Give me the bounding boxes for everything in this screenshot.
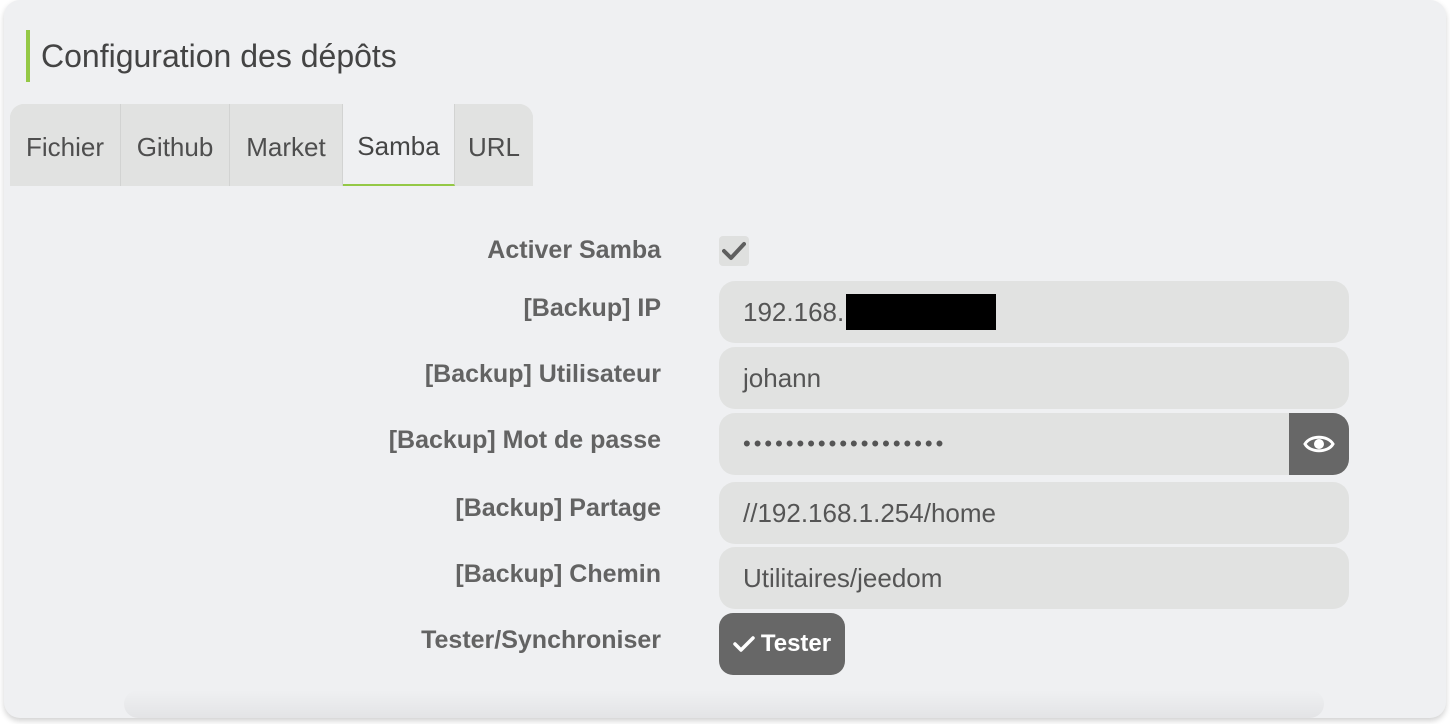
tab-market[interactable]: Market — [230, 104, 343, 186]
page-title: Configuration des dépôts — [41, 37, 397, 74]
backup-password-input[interactable]: ••••••••••••••••••• — [719, 413, 1289, 475]
backup-share-label: [Backup] Partage — [455, 494, 661, 522]
activer-samba-label: Activer Samba — [487, 236, 661, 264]
check-icon — [722, 242, 746, 260]
backup-user-label: [Backup] Utilisateur — [424, 360, 661, 388]
backup-ip-label: [Backup] IP — [523, 294, 661, 322]
activer-samba-checkbox[interactable] — [719, 236, 749, 266]
backup-path-value: Utilitaires/jeedom — [743, 562, 943, 593]
tester-button[interactable]: Tester — [719, 613, 845, 675]
backup-ip-value: 192.168. — [743, 296, 845, 327]
redaction-block — [846, 294, 997, 330]
tab-url[interactable]: URL — [455, 104, 533, 186]
repository-tabs: Fichier Github Market Samba URL — [10, 104, 533, 186]
backup-share-input[interactable]: //192.168.1.254/home — [719, 482, 1349, 544]
backup-path-label: [Backup] Chemin — [455, 560, 661, 588]
backup-share-value: //192.168.1.254/home — [743, 497, 996, 528]
tab-fichier[interactable]: Fichier — [10, 104, 121, 186]
tab-github[interactable]: Github — [121, 104, 230, 186]
tester-sync-label: Tester/Synchroniser — [421, 626, 661, 654]
backup-path-input[interactable]: Utilitaires/jeedom — [719, 547, 1349, 609]
backup-ip-input[interactable]: 192.168. — [719, 281, 1349, 343]
tester-button-label: Tester — [760, 630, 832, 657]
backup-password-value: ••••••••••••••••••• — [743, 431, 947, 456]
backup-password-label: [Backup] Mot de passe — [388, 426, 661, 454]
tab-samba[interactable]: Samba — [343, 104, 455, 186]
show-password-button[interactable] — [1289, 413, 1349, 475]
panel-footer-shade — [124, 690, 1324, 718]
repository-config-panel: Configuration des dépôts Fichier Github … — [4, 0, 1446, 718]
eye-icon — [1303, 435, 1335, 453]
page-title-container: Configuration des dépôts — [26, 30, 397, 82]
backup-user-input[interactable]: johann — [719, 347, 1349, 409]
backup-user-value: johann — [743, 362, 822, 393]
check-icon — [733, 636, 755, 652]
